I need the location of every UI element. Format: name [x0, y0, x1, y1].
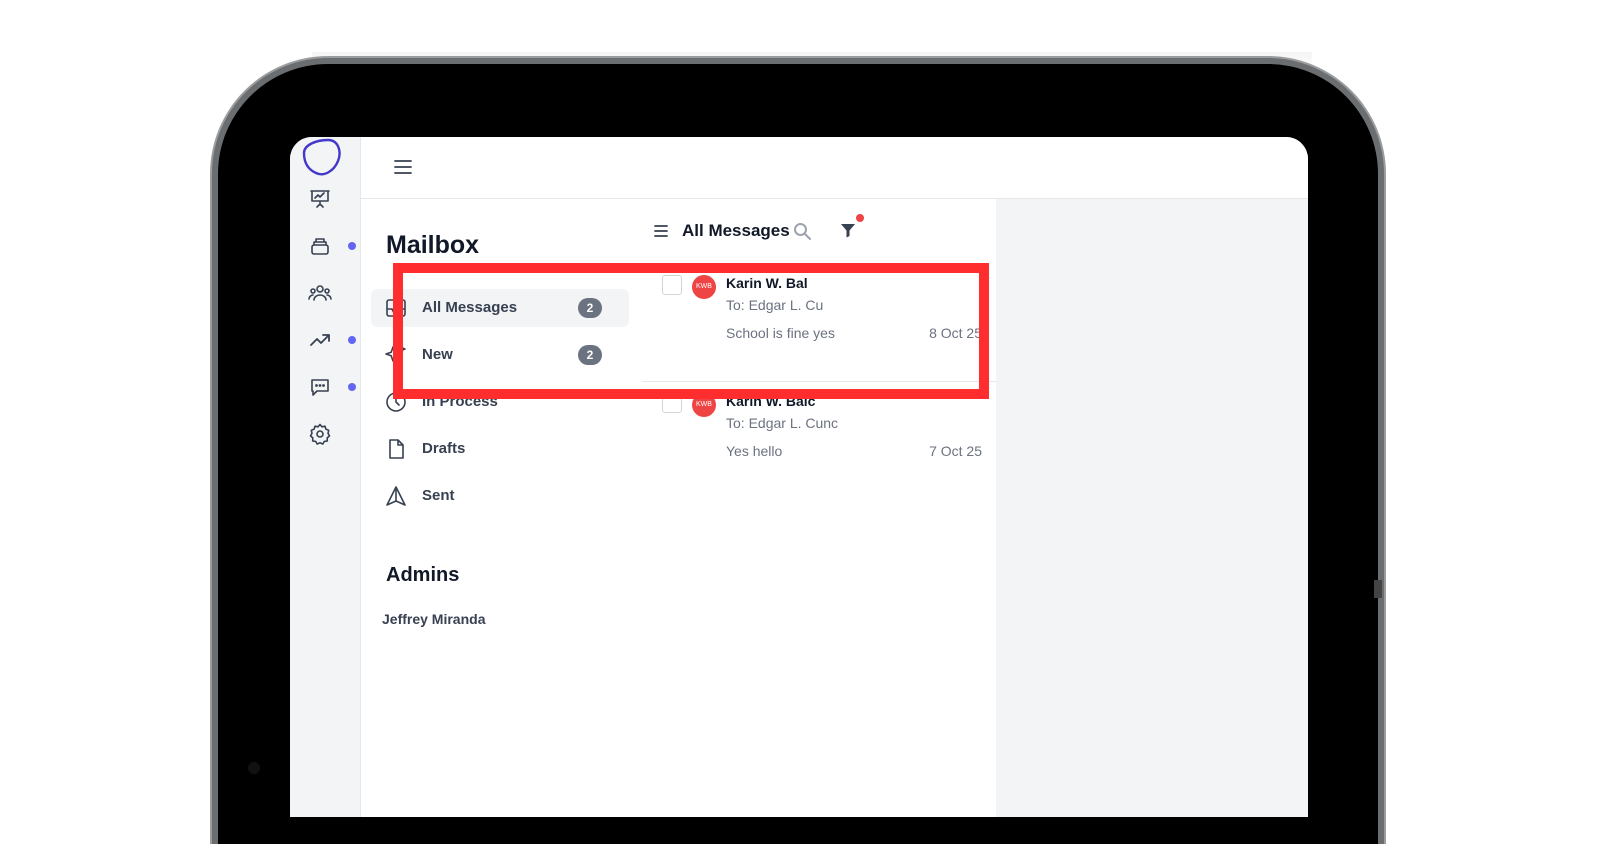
message-row[interactable]: KWB Karin W. Balc To: Edgar L. Cunc Yes … — [642, 381, 996, 499]
admins-title: Admins — [386, 564, 460, 586]
message-subject: Yes hello — [726, 443, 783, 459]
message-list-panel: All Messages KWB Karin W. Bal To: Edgar … — [642, 199, 997, 817]
users-group-icon[interactable] — [308, 281, 332, 305]
volume-button — [472, 57, 550, 63]
menu-icon[interactable] — [393, 157, 413, 177]
message-sender: Karin W. Balc — [726, 393, 816, 409]
app-screen: Mailbox All Messages 2 New 2 In Process — [290, 137, 1308, 817]
filter-icon[interactable] — [839, 221, 857, 239]
logo-icon[interactable] — [298, 137, 342, 179]
folder-in-process[interactable]: In Process — [371, 383, 629, 421]
avatar: KWB — [692, 275, 716, 299]
chat-bubble-icon[interactable] — [308, 375, 332, 399]
presentation-chart-icon[interactable] — [308, 187, 332, 211]
inbox-icon — [386, 299, 406, 317]
notification-dot — [348, 242, 356, 250]
mailbox-panel: Mailbox All Messages 2 New 2 In Process — [361, 199, 643, 817]
folder-label: Drafts — [422, 440, 466, 457]
message-recipient: To: Edgar L. Cu — [726, 297, 824, 313]
mailbox-title: Mailbox — [386, 231, 480, 259]
folder-label: In Process — [422, 393, 498, 410]
message-sender: Karin W. Bal — [726, 275, 808, 291]
folder-drafts[interactable]: Drafts — [371, 430, 629, 468]
gear-icon[interactable] — [308, 422, 332, 446]
archive-stack-icon[interactable] — [308, 234, 332, 258]
message-recipient: To: Edgar L. Cunc — [726, 415, 839, 431]
count-badge: 2 — [578, 345, 602, 365]
message-subject: School is fine yes — [726, 325, 835, 341]
document-icon — [389, 439, 404, 459]
send-icon — [386, 486, 406, 506]
folder-sent[interactable]: Sent — [371, 477, 629, 515]
message-row[interactable]: KWB Karin W. Bal To: Edgar L. Cu School … — [642, 263, 996, 382]
avatar: KWB — [692, 393, 716, 417]
admin-item[interactable]: Jeffrey Miranda — [382, 611, 485, 627]
top-bar — [361, 137, 1308, 199]
search-icon[interactable] — [792, 221, 812, 241]
folder-label: Sent — [422, 487, 455, 504]
message-detail-panel — [996, 199, 1308, 817]
folder-new[interactable]: New 2 — [371, 336, 629, 374]
folder-label: All Messages — [422, 299, 518, 316]
filter-notification-dot — [856, 214, 864, 222]
clock-icon — [386, 392, 406, 412]
sparkles-icon — [385, 345, 406, 362]
folder-all-messages[interactable]: All Messages 2 — [371, 289, 629, 327]
message-checkbox[interactable] — [662, 275, 682, 295]
camera — [248, 762, 260, 774]
icon-rail — [290, 137, 361, 817]
volume-button — [368, 57, 446, 63]
folder-label: New — [422, 346, 453, 363]
list-menu-icon[interactable] — [653, 223, 669, 239]
list-title: All Messages — [682, 221, 790, 240]
notification-dot — [348, 383, 356, 391]
message-checkbox[interactable] — [662, 393, 682, 413]
trending-up-icon[interactable] — [308, 328, 332, 352]
count-badge: 2 — [578, 298, 602, 318]
notification-dot — [348, 336, 356, 344]
message-date: 7 Oct 25 — [929, 443, 982, 459]
message-date: 8 Oct 25 — [929, 325, 982, 341]
side-connector — [1374, 580, 1382, 598]
